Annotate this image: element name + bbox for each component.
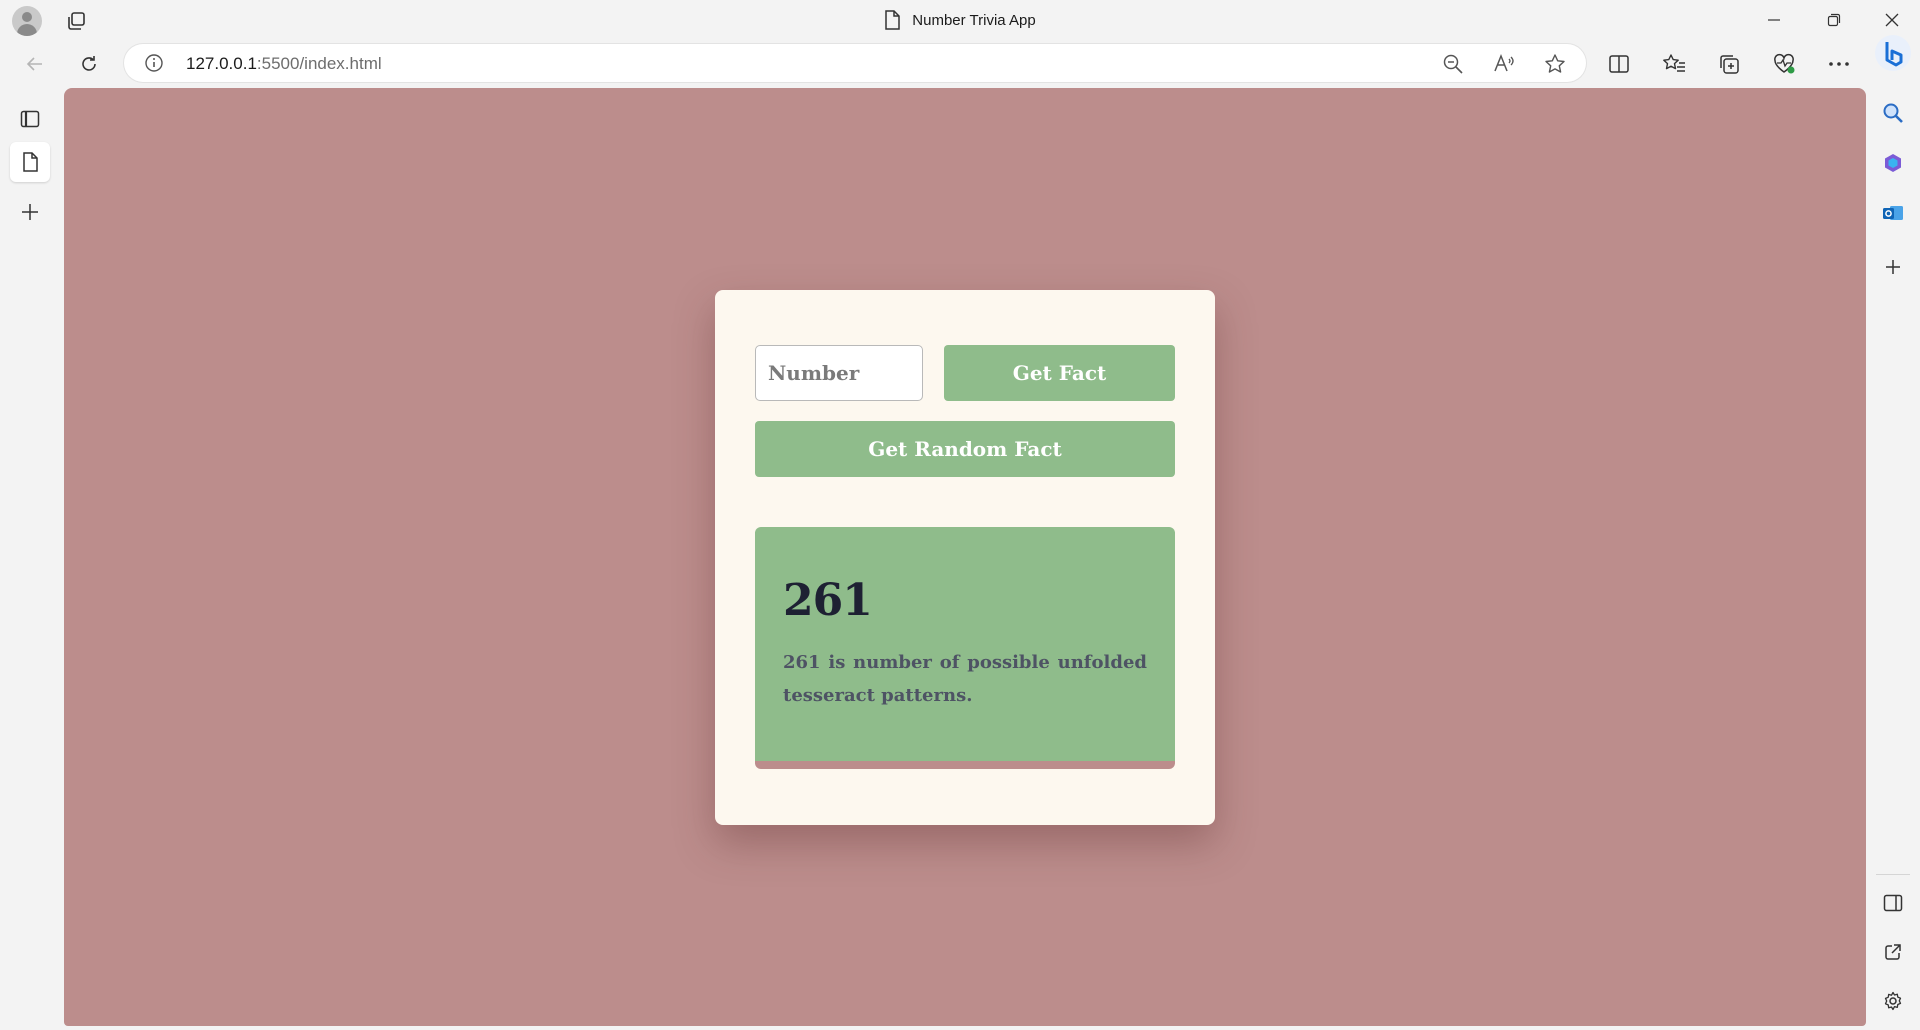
document-icon — [884, 10, 901, 30]
trivia-card: Get Fact Get Random Fact 261 261 is numb… — [715, 290, 1215, 825]
url-text[interactable]: 127.0.0.1:5500/index.html — [186, 54, 382, 74]
split-screen-icon — [1608, 54, 1630, 74]
more-icon — [1828, 61, 1850, 67]
open-external-button[interactable] — [1876, 935, 1910, 969]
back-icon — [25, 54, 45, 74]
search-sidebar-button[interactable] — [1876, 96, 1910, 130]
sidebar-divider — [1876, 874, 1910, 875]
current-tab[interactable] — [10, 142, 50, 182]
page-viewport: Get Fact Get Random Fact 261 261 is numb… — [64, 88, 1866, 1026]
favorites-button[interactable] — [1657, 48, 1691, 80]
right-sidebar — [1866, 35, 1920, 1030]
restore-button[interactable] — [1806, 0, 1862, 40]
split-screen-button[interactable] — [1602, 48, 1636, 80]
collections-icon — [1718, 53, 1740, 75]
browser-essentials-icon — [1772, 53, 1796, 75]
favorite-star-icon[interactable] — [1542, 51, 1568, 77]
zoom-out-icon[interactable] — [1440, 51, 1466, 77]
minimize-icon — [1767, 13, 1781, 27]
new-tab-button[interactable] — [10, 192, 50, 232]
browser-toolbar: 127.0.0.1:5500/index.html — [0, 40, 1920, 88]
external-link-icon — [1884, 943, 1902, 961]
office-button[interactable] — [1876, 146, 1910, 180]
collections-button[interactable] — [1712, 48, 1746, 80]
tab-actions-icon — [20, 110, 40, 128]
title-bar: Number Trivia App — [0, 0, 1920, 40]
site-info-icon[interactable] — [144, 53, 164, 73]
tab-actions-button[interactable] — [10, 99, 50, 139]
back-button[interactable] — [18, 48, 52, 80]
fact-number: 261 — [783, 575, 873, 626]
get-fact-button[interactable]: Get Fact — [944, 345, 1175, 401]
refresh-button[interactable] — [72, 48, 106, 80]
sidebar-layout-icon — [1883, 894, 1903, 912]
address-bar[interactable]: 127.0.0.1:5500/index.html — [124, 44, 1586, 82]
browser-essentials-button[interactable] — [1767, 48, 1801, 80]
refresh-icon — [79, 54, 99, 74]
add-icon — [1884, 258, 1902, 276]
settings-button[interactable] — [1876, 984, 1910, 1018]
read-aloud-icon[interactable] — [1491, 51, 1517, 77]
page-icon — [22, 152, 38, 172]
outlook-button[interactable] — [1876, 196, 1910, 230]
fact-result-panel: 261 261 is number of possible unfolded t… — [755, 527, 1175, 769]
window-title: Number Trivia App — [912, 11, 1036, 29]
new-tab-icon — [20, 202, 40, 222]
number-input[interactable] — [755, 345, 923, 401]
more-button[interactable] — [1822, 48, 1856, 80]
favorites-icon — [1662, 53, 1686, 75]
search-icon — [1882, 102, 1904, 124]
settings-icon — [1883, 991, 1903, 1011]
outlook-icon — [1882, 202, 1904, 224]
window-title-area: Number Trivia App — [0, 0, 1920, 40]
fact-text: 261 is number of possible unfolded tesse… — [783, 652, 1147, 706]
copilot-icon — [1874, 34, 1912, 72]
office-icon — [1882, 152, 1904, 174]
restore-icon — [1827, 13, 1841, 27]
minimize-button[interactable] — [1746, 0, 1802, 40]
sidebar-layout-button[interactable] — [1876, 886, 1910, 920]
close-icon — [1885, 13, 1899, 27]
get-random-fact-button[interactable]: Get Random Fact — [755, 421, 1175, 477]
workspaces-icon[interactable] — [64, 8, 90, 34]
copilot-button[interactable] — [1874, 34, 1912, 72]
left-sidebar — [0, 88, 60, 1030]
add-sidebar-app-button[interactable] — [1876, 250, 1910, 284]
profile-avatar-icon[interactable] — [12, 6, 42, 36]
